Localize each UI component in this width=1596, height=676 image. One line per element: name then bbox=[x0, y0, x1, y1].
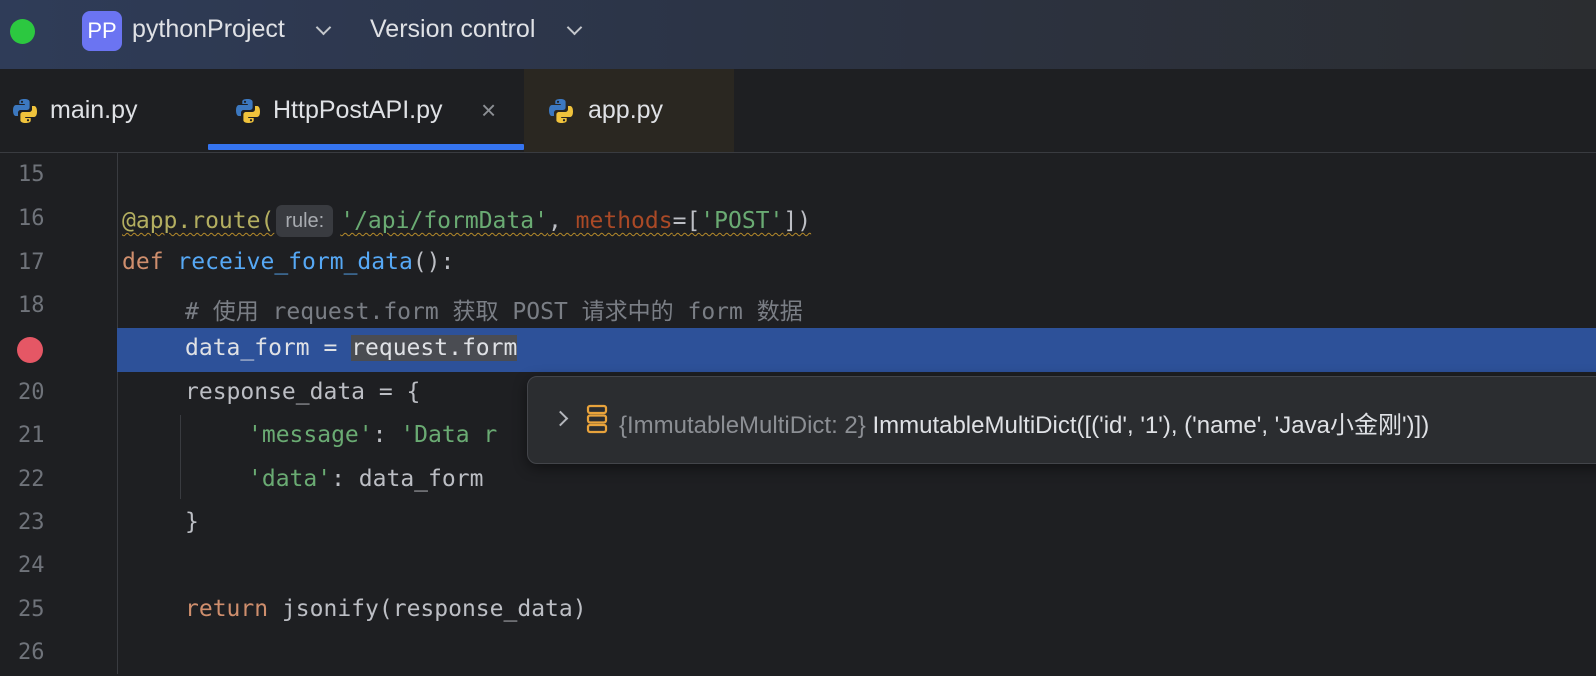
code-text: 'data': data_form bbox=[248, 466, 483, 492]
string-literal: 'POST' bbox=[700, 208, 784, 234]
field-value-icon bbox=[586, 404, 608, 434]
window-zoom-button[interactable] bbox=[10, 19, 35, 44]
decorator: @app.route( bbox=[122, 208, 275, 234]
active-tab-indicator bbox=[208, 144, 524, 150]
code-text: # 使用 request.form 获取 POST 请求中的 form 数据 bbox=[185, 292, 803, 326]
line-number[interactable]: 24 bbox=[18, 553, 45, 578]
tab-main-py[interactable]: main.py bbox=[0, 69, 205, 152]
string-literal: '/api/formData' bbox=[340, 208, 548, 234]
code-line[interactable]: 16 @app.route(rule: '/api/formData', meth… bbox=[0, 198, 1596, 242]
project-badge[interactable]: PP bbox=[82, 11, 122, 51]
title-bar: PP pythonProject Version control bbox=[0, 0, 1596, 69]
code-text: @app.route(rule: '/api/formData', methods… bbox=[122, 205, 811, 237]
identifier: data_form bbox=[358, 466, 484, 492]
code-line[interactable]: 22 'data': data_form bbox=[0, 459, 1596, 503]
code-punct: , bbox=[547, 208, 576, 234]
comment: # 使用 request.form 获取 POST 请求中的 form 数据 bbox=[185, 299, 803, 325]
string-literal: 'Data r bbox=[400, 422, 498, 448]
python-file-icon bbox=[236, 99, 260, 123]
code-punct: ]) bbox=[783, 208, 812, 234]
breakpoint-icon[interactable] bbox=[17, 337, 43, 363]
line-number[interactable]: 23 bbox=[18, 510, 45, 535]
code-line[interactable]: 15 bbox=[0, 154, 1596, 198]
code-text: response_data = { bbox=[185, 379, 421, 405]
project-name[interactable]: pythonProject bbox=[132, 15, 285, 44]
code-line[interactable]: 25 return jsonify(response_data) bbox=[0, 589, 1596, 633]
code-punct: =[ bbox=[672, 208, 701, 234]
line-number[interactable]: 25 bbox=[18, 597, 45, 622]
assignment-target: data_form = bbox=[185, 335, 352, 361]
version-control-menu[interactable]: Version control bbox=[370, 15, 535, 44]
tab-httppostapi-py[interactable]: HttpPostAPI.py × bbox=[205, 69, 523, 152]
tab-label: app.py bbox=[588, 96, 664, 124]
code-text: data_form = request.form bbox=[185, 335, 518, 361]
python-file-icon bbox=[549, 99, 573, 123]
line-number[interactable]: 20 bbox=[18, 380, 45, 405]
code-line[interactable]: 26 bbox=[0, 632, 1596, 676]
code-expression: jsonify(response_data) bbox=[268, 596, 587, 622]
evaluated-expression[interactable]: request.form bbox=[351, 335, 518, 361]
version-control-chevron-down-icon[interactable] bbox=[566, 19, 583, 36]
tab-label: main.py bbox=[50, 96, 138, 124]
python-file-icon bbox=[13, 99, 37, 123]
tab-app-py[interactable]: app.py bbox=[524, 69, 734, 152]
dict-key: 'message' bbox=[248, 422, 373, 448]
keyword-argument: methods bbox=[575, 208, 673, 234]
code-punct: : bbox=[331, 466, 359, 492]
line-number[interactable]: 17 bbox=[18, 250, 45, 275]
keyword: def bbox=[122, 249, 164, 275]
close-icon[interactable]: × bbox=[481, 95, 496, 126]
debug-value-text[interactable]: {ImmutableMultiDict: 2} ImmutableMultiDi… bbox=[619, 405, 1429, 440]
dict-key: 'data' bbox=[248, 466, 332, 492]
code-line[interactable]: 18 # 使用 request.form 获取 POST 请求中的 form 数… bbox=[0, 285, 1596, 329]
code-text: } bbox=[185, 509, 199, 535]
debug-type-hint: {ImmutableMultiDict: 2} bbox=[619, 412, 866, 439]
code-text: 'message': 'Data r bbox=[248, 422, 497, 448]
parameter-hint: rule: bbox=[276, 205, 334, 237]
line-number[interactable]: 15 bbox=[18, 162, 45, 187]
tab-label: HttpPostAPI.py bbox=[273, 96, 443, 124]
project-chevron-down-icon[interactable] bbox=[315, 19, 332, 36]
code-punct: : bbox=[372, 422, 401, 448]
line-number[interactable]: 16 bbox=[18, 206, 45, 231]
code-text: return jsonify(response_data) bbox=[185, 596, 587, 622]
line-number[interactable]: 21 bbox=[18, 423, 45, 448]
keyword: return bbox=[185, 596, 269, 622]
editor-tab-bar: main.py HttpPostAPI.py × app.py bbox=[0, 69, 1596, 153]
code-punct: (): bbox=[412, 249, 455, 275]
function-name: receive_form_data bbox=[177, 249, 413, 275]
code-text: def receive_form_data(): bbox=[122, 249, 454, 275]
code-line[interactable]: 24 bbox=[0, 545, 1596, 589]
line-number[interactable]: 22 bbox=[18, 467, 45, 492]
code-line[interactable]: 23 } bbox=[0, 502, 1596, 546]
line-number[interactable]: 18 bbox=[18, 293, 45, 318]
debug-value: ImmutableMultiDict([('id', '1'), ('name'… bbox=[872, 412, 1430, 439]
code-line[interactable]: 17 def receive_form_data(): bbox=[0, 242, 1596, 286]
code-line-current[interactable]: data_form = request.form bbox=[0, 328, 1596, 372]
line-number[interactable]: 26 bbox=[18, 640, 45, 665]
